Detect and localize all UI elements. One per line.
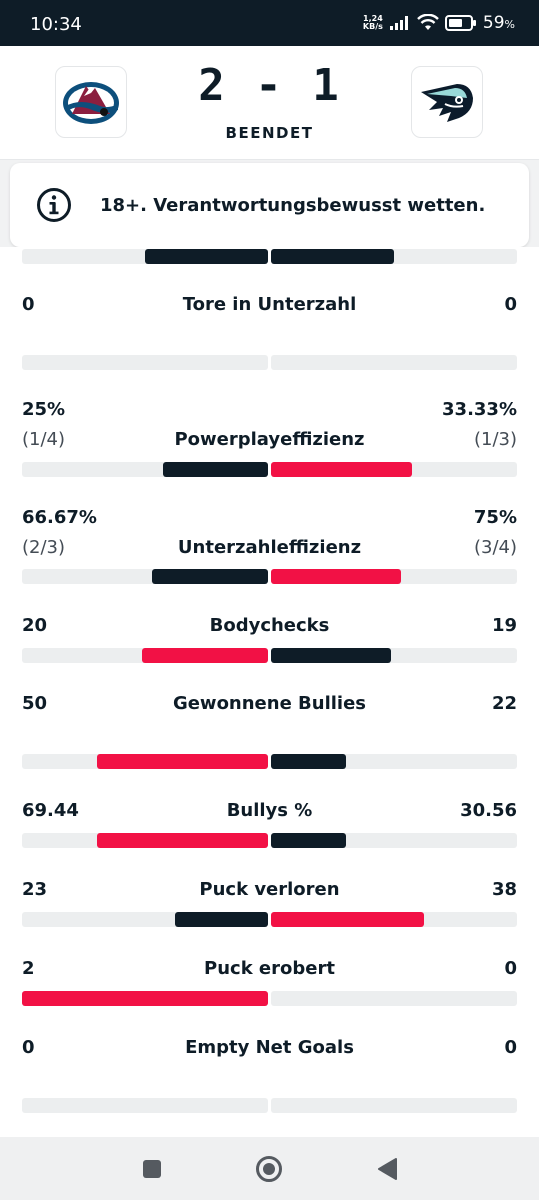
home-button[interactable] bbox=[255, 1155, 283, 1183]
away-team-logo[interactable] bbox=[411, 66, 483, 138]
home-bar bbox=[175, 912, 268, 927]
away-bar-track bbox=[271, 462, 517, 477]
home-value: 23 bbox=[22, 879, 48, 900]
away-bar bbox=[271, 648, 391, 663]
away-bar-track bbox=[271, 249, 517, 264]
away-bar bbox=[271, 249, 394, 264]
away-value: 33.33% bbox=[442, 399, 517, 420]
away-sub-value: (1/3) bbox=[473, 429, 517, 450]
home-bar-track bbox=[22, 648, 268, 663]
status-icons: 1,24 KB/s 59% bbox=[363, 13, 515, 33]
away-bar bbox=[271, 462, 412, 477]
battery-icon bbox=[444, 15, 476, 31]
away-value: 75% bbox=[473, 507, 517, 528]
away-value: 30.56 bbox=[460, 800, 517, 821]
away-bar-track bbox=[271, 355, 517, 370]
home-value: 0 bbox=[22, 294, 35, 315]
stat-label: Unterzahleffizienz bbox=[177, 537, 362, 558]
away-bar bbox=[271, 912, 424, 927]
home-bar-track bbox=[22, 569, 268, 584]
wifi-icon bbox=[417, 14, 439, 30]
home-value: 0 bbox=[22, 1037, 35, 1058]
home-value: 2 bbox=[22, 958, 35, 979]
away-bar-track bbox=[271, 833, 517, 848]
home-bar bbox=[145, 249, 268, 264]
match-stats: 0 Tore in Unterzahl 0 25% (1/4) Powerpla… bbox=[0, 247, 539, 1137]
home-sub-value: (2/3) bbox=[22, 537, 66, 558]
info-icon bbox=[37, 188, 71, 222]
away-bar bbox=[271, 569, 401, 584]
kraken-logo-icon bbox=[421, 84, 473, 122]
recents-button[interactable] bbox=[138, 1155, 166, 1183]
away-bar-track bbox=[271, 991, 517, 1006]
back-button[interactable] bbox=[373, 1155, 401, 1183]
battery-percent: 59% bbox=[483, 13, 515, 33]
network-speed: 1,24 KB/s bbox=[363, 15, 383, 31]
status-time: 10:34 bbox=[30, 14, 82, 35]
stat-label: Bullys % bbox=[226, 800, 313, 821]
home-bar bbox=[22, 991, 268, 1006]
home-bar-track bbox=[22, 462, 268, 477]
away-value: 22 bbox=[491, 693, 517, 714]
stat-label: Puck verloren bbox=[199, 879, 340, 900]
network-speed-unit: KB/s bbox=[362, 22, 383, 31]
stat-label: Bodychecks bbox=[209, 615, 330, 636]
system-nav-bar bbox=[0, 1137, 539, 1200]
away-bar-track bbox=[271, 648, 517, 663]
battery-unit: % bbox=[504, 18, 515, 31]
away-value: 0 bbox=[504, 294, 517, 315]
home-bar-track bbox=[22, 912, 268, 927]
away-bar bbox=[271, 754, 346, 769]
away-bar-track bbox=[271, 754, 517, 769]
home-bar bbox=[97, 833, 268, 848]
status-bar: 10:34 1,24 KB/s 59% bbox=[0, 0, 539, 46]
home-value: 50 bbox=[22, 693, 48, 714]
signal-icon bbox=[389, 16, 408, 30]
battery-value: 59 bbox=[482, 13, 505, 33]
home-bar bbox=[152, 569, 268, 584]
away-bar bbox=[271, 833, 346, 848]
responsible-gambling-notice: 18+. Verantwortungsbewusst wetten. bbox=[10, 163, 529, 247]
home-value: 20 bbox=[22, 615, 48, 636]
home-bar-track bbox=[22, 1098, 268, 1113]
away-value: 19 bbox=[491, 615, 517, 636]
stat-label: Empty Net Goals bbox=[185, 1037, 354, 1058]
home-bar-track bbox=[22, 833, 268, 848]
home-bar-track bbox=[22, 249, 268, 264]
match-header: 2 - 1 BEENDET bbox=[0, 46, 539, 160]
away-bar-track bbox=[271, 569, 517, 584]
home-bar-track bbox=[22, 355, 268, 370]
away-bar-track bbox=[271, 1098, 517, 1113]
away-value: 0 bbox=[504, 1037, 517, 1058]
stat-label: Tore in Unterzahl bbox=[182, 294, 357, 315]
home-value: 66.67% bbox=[22, 507, 97, 528]
home-value: 25% bbox=[22, 399, 66, 420]
away-sub-value: (3/4) bbox=[473, 537, 517, 558]
home-bar-track bbox=[22, 754, 268, 769]
home-sub-value: (1/4) bbox=[22, 429, 66, 450]
away-value: 38 bbox=[491, 879, 517, 900]
home-bar bbox=[97, 754, 268, 769]
home-bar bbox=[142, 648, 268, 663]
home-bar-track bbox=[22, 991, 268, 1006]
away-bar-track bbox=[271, 912, 517, 927]
stat-label: Gewonnene Bullies bbox=[172, 693, 367, 714]
notice-text: 18+. Verantwortungsbewusst wetten. bbox=[100, 194, 486, 216]
circle-home-icon bbox=[256, 1156, 282, 1182]
triangle-back-icon bbox=[378, 1158, 397, 1180]
away-value: 0 bbox=[504, 958, 517, 979]
stat-label: Powerplayeffizienz bbox=[174, 429, 365, 450]
home-bar bbox=[163, 462, 268, 477]
home-value: 69.44 bbox=[22, 800, 79, 821]
square-recents-icon bbox=[143, 1160, 161, 1178]
stat-label: Puck erobert bbox=[204, 958, 335, 979]
